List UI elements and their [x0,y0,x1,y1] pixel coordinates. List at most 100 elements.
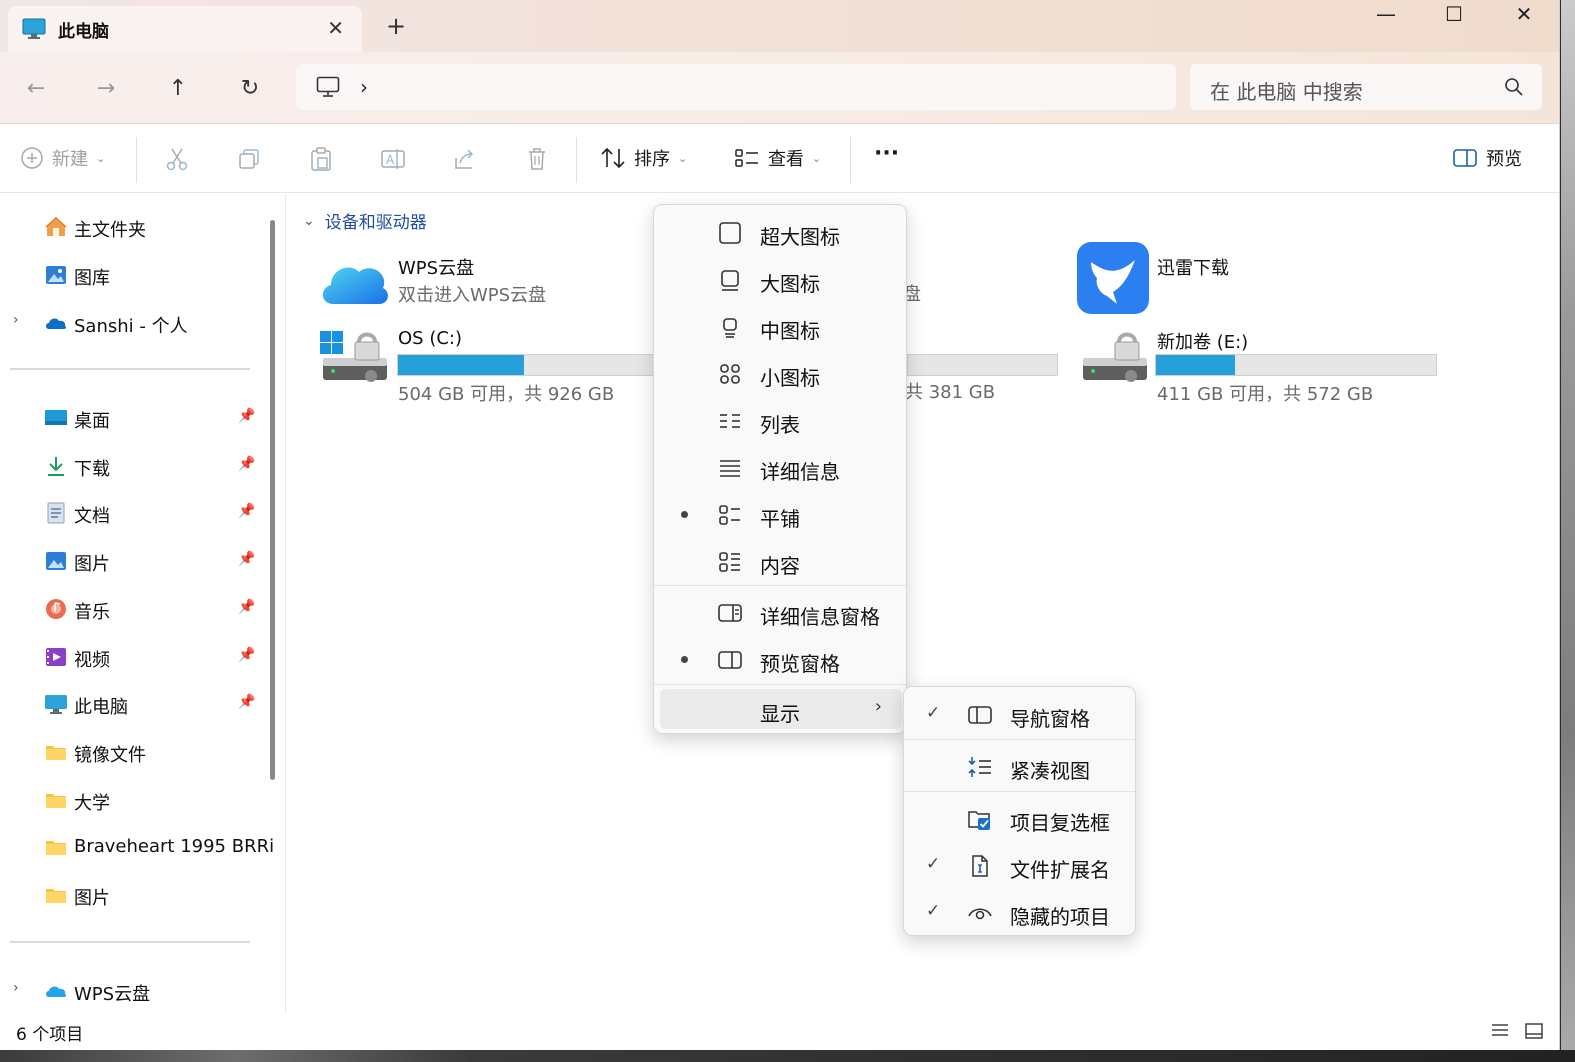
folder-icon [46,794,66,808]
sidebar-item-label: 桌面 [74,411,110,432]
submenu-item-item-checkboxes[interactable]: 项目复选框 [904,796,1135,840]
xunlei-item[interactable]: 迅雷下载 [1077,242,1397,314]
sort-button[interactable]: 排序 ⌄ [600,145,687,171]
sidebar-item-folder[interactable]: Braveheart 1995 BRRi [0,827,274,867]
music-icon [46,599,66,619]
submenu-item-hidden-items[interactable]: ✓ 隐藏的项目 [904,890,1135,934]
more-options-button[interactable]: ··· [874,141,899,166]
close-tab-button[interactable]: ✕ [327,16,344,40]
sidebar-item-desktop[interactable]: 桌面 📌 [0,398,270,438]
sidebar-item-downloads[interactable]: 下载 📌 [0,446,270,486]
submenu-item-file-extensions[interactable]: ✓ 文件扩展名 [904,843,1135,887]
xunlei-bird-icon [1077,242,1149,314]
submenu-item-navigation-pane[interactable]: ✓ 导航窗格 [904,692,1135,736]
menu-item-details[interactable]: 详细信息 [654,445,906,489]
paste-icon[interactable] [308,146,334,172]
menu-item-label: 超大图标 [760,225,840,249]
sidebar-item-label: 图片 [74,554,110,575]
copy-icon[interactable] [236,146,262,172]
menu-item-large-icons[interactable]: 大图标 [654,257,906,301]
pin-icon[interactable]: 📌 [238,647,255,663]
wps-cloud-icon [322,267,388,304]
sidebar-item-onedrive[interactable]: › Sanshi - 个人 [0,303,270,343]
menu-item-label: 详细信息 [760,460,840,484]
sidebar-item-gallery[interactable]: 图库 [0,255,270,295]
pin-icon[interactable]: 📌 [238,408,255,424]
menu-item-list[interactable]: 列表 [654,398,906,442]
wps-cloud-item[interactable]: WPS云盘 双击进入WPS云盘 [317,248,637,310]
maximize-button[interactable]: ☐ [1424,2,1484,32]
menu-item-details-pane[interactable]: 详细信息窗格 [654,590,906,634]
sidebar-item-label: 音乐 [74,602,110,623]
sidebar-item-wps-cloud[interactable]: › WPS云盘 [0,971,270,1011]
sidebar-item-videos[interactable]: 视频 📌 [0,637,270,677]
menu-item-show[interactable]: 显示 › [660,689,902,729]
back-button[interactable]: ← [18,72,54,104]
tab-title: 此电脑 [58,21,109,42]
pin-icon[interactable]: 📌 [238,599,255,615]
sidebar-item-documents[interactable]: 文档 📌 [0,493,270,533]
view-label: 查看 [768,149,804,170]
chevron-right-icon[interactable]: › [13,312,19,328]
cut-icon[interactable] [164,146,190,172]
sidebar-item-label: 镜像文件 [74,745,146,766]
sidebar-item-label: 此电脑 [74,697,128,718]
search-icon[interactable] [1504,77,1524,97]
delete-icon[interactable] [524,146,550,172]
breadcrumb-chevron-icon[interactable]: › [360,75,368,99]
tiles-view-icon[interactable] [1524,1022,1544,1040]
submenu-item-label: 导航窗格 [1010,707,1090,731]
drive-usage-fill [1156,355,1235,375]
search-input[interactable]: 在 此电脑 中搜索 [1210,76,1363,105]
sidebar-item-label: WPS云盘 [74,984,151,1005]
chevron-down-icon[interactable]: ⌄ [303,213,315,229]
drive-e[interactable]: 新加卷 (E:) 411 GB 可用，共 572 GB [1077,326,1447,406]
menu-item-small-icons[interactable]: 小图标 [654,351,906,395]
preview-pane-icon [718,651,742,669]
sidebar-item-folder[interactable]: 大学 [0,780,270,820]
pin-icon[interactable]: 📌 [238,551,255,567]
new-tab-button[interactable]: + [386,12,406,40]
preview-pane-button[interactable]: 预览 [1452,145,1522,171]
menu-item-preview-pane[interactable]: 预览窗格 [654,637,906,681]
chevron-right-icon[interactable]: › [13,980,19,996]
forward-button[interactable]: → [88,72,124,104]
sidebar-item-folder[interactable]: 镜像文件 [0,732,270,772]
sidebar-item-home[interactable]: 主文件夹 [0,207,270,247]
group-header[interactable]: ⌄ 设备和驱动器 [303,208,427,234]
search-box[interactable]: 在 此电脑 中搜索 [1190,64,1542,110]
submenu-item-compact-view[interactable]: 紧凑视图 [904,744,1135,788]
sidebar-scrollbar[interactable] [270,220,275,780]
share-icon[interactable] [452,146,478,172]
folder-icon [46,841,66,855]
pin-icon[interactable]: 📌 [238,456,255,472]
drive-c[interactable]: OS (C:) 504 GB 可用，共 926 GB [317,326,677,406]
file-explorer-window: 此电脑 ✕ + — ☐ ✕ ← → ↑ ↻ › 在 此电脑 中搜索 新建 ⌄ A… [0,0,1560,1050]
address-bar[interactable]: › [296,64,1176,110]
onedrive-cloud-icon [46,318,67,329]
sidebar-item-pictures[interactable]: 图片 📌 [0,541,270,581]
menu-item-extra-large-icons[interactable]: 超大图标 [654,210,906,254]
desktop-icon [45,410,67,425]
menu-item-content[interactable]: 内容 [654,539,906,583]
pin-icon[interactable]: 📌 [238,503,255,519]
tab-this-pc[interactable]: 此电脑 ✕ [8,6,362,52]
new-button[interactable]: 新建 ⌄ [20,145,105,171]
sidebar-item-music[interactable]: 音乐 📌 [0,589,270,629]
sidebar-item-folder[interactable]: 图片 [0,875,270,915]
rename-icon[interactable]: A [380,146,406,172]
menu-separator [904,739,1135,740]
view-button[interactable]: 查看 ⌄ [734,145,821,171]
menu-item-tiles[interactable]: 平铺 [654,492,906,536]
sidebar-divider [10,941,250,943]
up-button[interactable]: ↑ [160,72,196,104]
sidebar-item-this-pc[interactable]: 此电脑 📌 [0,684,270,724]
download-icon [48,457,64,476]
refresh-button[interactable]: ↻ [232,72,268,104]
show-submenu: ✓ 导航窗格 紧凑视图 项目复选框 ✓ 文件扩展名 ✓ 隐藏的项目 [903,686,1136,936]
pin-icon[interactable]: 📌 [238,694,255,710]
minimize-button[interactable]: — [1356,2,1416,32]
details-view-icon[interactable] [1490,1022,1510,1040]
close-window-button[interactable]: ✕ [1494,2,1554,32]
menu-item-medium-icons[interactable]: 中图标 [654,304,906,348]
